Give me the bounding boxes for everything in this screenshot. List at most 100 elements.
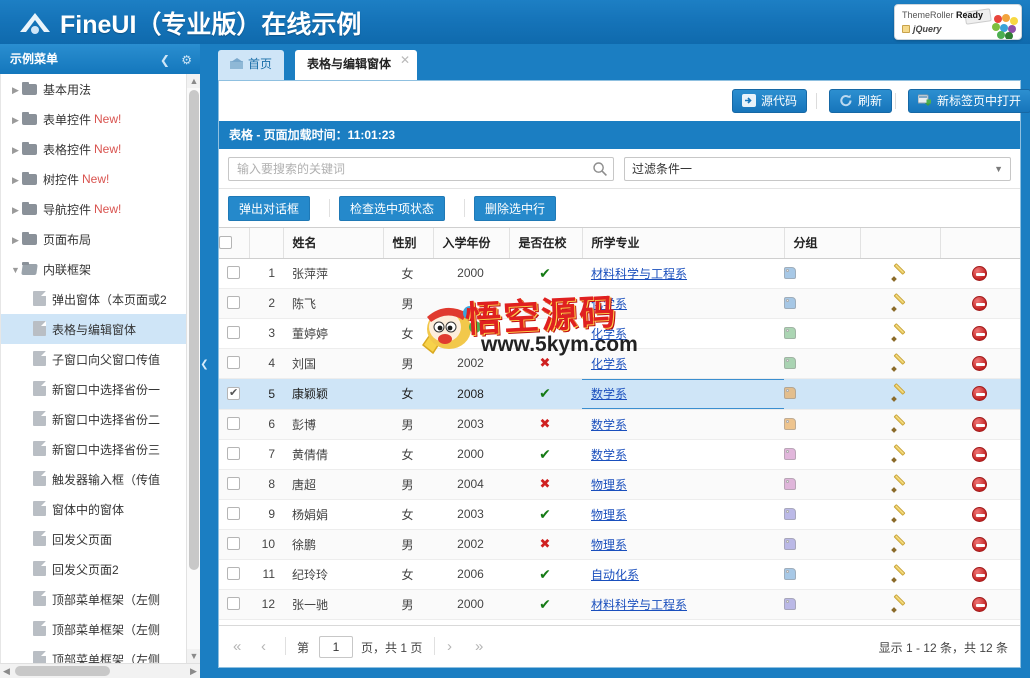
pencil-icon[interactable]: [891, 503, 907, 523]
major-link[interactable]: 化学系: [591, 327, 627, 341]
row-major[interactable]: 数学系: [582, 439, 784, 470]
major-link[interactable]: 化学系: [591, 297, 627, 311]
tag-icon[interactable]: [784, 537, 799, 552]
row-checkbox[interactable]: [227, 266, 240, 279]
scroll-right-icon[interactable]: ▶: [187, 664, 200, 678]
row-group[interactable]: [784, 559, 860, 590]
scroll-thumb[interactable]: [189, 90, 199, 570]
chevron-left-icon[interactable]: ❮: [160, 45, 170, 75]
tag-icon[interactable]: [784, 507, 799, 522]
tag-icon[interactable]: [784, 296, 799, 311]
row-major[interactable]: 化学系: [582, 348, 784, 379]
sidebar-item-13[interactable]: 触发器输入框（传值: [1, 464, 187, 494]
tag-icon[interactable]: [784, 597, 799, 612]
row-group[interactable]: [784, 258, 860, 289]
major-link[interactable]: 数学系: [591, 418, 627, 432]
row-major[interactable]: 数学系: [582, 378, 784, 410]
row-delete[interactable]: [940, 499, 1020, 530]
row-checkbox-cell[interactable]: [219, 439, 249, 470]
major-link[interactable]: 数学系: [591, 448, 627, 462]
sidebar-item-12[interactable]: 新窗口中选择省份三: [1, 434, 187, 464]
row-checkbox[interactable]: [227, 567, 240, 580]
col-name[interactable]: 姓名: [283, 228, 384, 259]
table-row[interactable]: 11 纪玲玲女 2006 ✔ 自动化系: [219, 559, 1020, 590]
sidebar-item-1[interactable]: ▶ 表单控件 New!: [1, 104, 187, 134]
tag-icon[interactable]: [784, 356, 799, 371]
row-major[interactable]: 化学系: [582, 318, 784, 349]
tag-icon[interactable]: [784, 477, 799, 492]
major-link[interactable]: 物理系: [591, 478, 627, 492]
row-delete[interactable]: [940, 529, 1020, 560]
search-box[interactable]: [228, 157, 614, 181]
sidebar-item-5[interactable]: ▶ 页面布局: [1, 224, 187, 254]
major-link[interactable]: 自动化系: [591, 568, 639, 582]
row-edit[interactable]: [860, 318, 940, 349]
next-page-icon[interactable]: ›: [447, 638, 452, 655]
scroll-down-icon[interactable]: ▼: [187, 649, 200, 663]
table-row[interactable]: 3 董婷婷女 化学系: [219, 318, 1020, 349]
row-edit[interactable]: [860, 529, 940, 560]
sidebar-item-10[interactable]: 新窗口中选择省份一: [1, 374, 187, 404]
row-edit[interactable]: [860, 378, 940, 410]
delete-circle-icon[interactable]: [972, 416, 987, 432]
table-row[interactable]: 4 刘国男 2002 ✖ 化学系: [219, 348, 1020, 379]
tag-icon[interactable]: [784, 417, 799, 432]
table-row[interactable]: 7 黄倩倩女 2000 ✔ 数学系: [219, 439, 1020, 470]
sidebar-item-2[interactable]: ▶ 表格控件 New!: [1, 134, 187, 164]
row-checkbox-cell[interactable]: [219, 258, 249, 289]
row-checkbox[interactable]: [227, 417, 240, 430]
source-code-button[interactable]: 源代码: [732, 89, 808, 113]
prev-page-icon[interactable]: ‹: [261, 638, 266, 655]
row-delete[interactable]: [940, 348, 1020, 379]
tag-icon[interactable]: [784, 266, 799, 281]
first-page-icon[interactable]: «: [233, 638, 241, 655]
sidebar-item-11[interactable]: 新窗口中选择省份二: [1, 404, 187, 434]
chevron-right-icon[interactable]: ▶: [9, 105, 22, 134]
row-delete[interactable]: [940, 258, 1020, 289]
table-row[interactable]: 8 唐超男 2004 ✖ 物理系: [219, 469, 1020, 500]
sidebar-item-7[interactable]: 弹出窗体（本页面或2: [1, 284, 187, 314]
filter-select[interactable]: 过滤条件一 ▼: [624, 157, 1011, 181]
major-link[interactable]: 化学系: [591, 357, 627, 371]
row-delete[interactable]: [940, 589, 1020, 620]
col-group[interactable]: 分组: [784, 228, 861, 259]
delete-circle-icon[interactable]: [972, 566, 987, 582]
close-icon[interactable]: ✕: [400, 53, 410, 67]
row-checkbox-cell[interactable]: [219, 589, 249, 620]
pencil-icon[interactable]: [891, 443, 907, 463]
pencil-icon[interactable]: [891, 563, 907, 583]
row-checkbox-cell[interactable]: [219, 529, 249, 560]
refresh-button[interactable]: 刷新: [829, 89, 893, 113]
row-edit[interactable]: [860, 469, 940, 500]
row-checkbox-cell[interactable]: [219, 348, 249, 379]
sidebar-item-3[interactable]: ▶ 树控件 New!: [1, 164, 187, 194]
row-checkbox-cell[interactable]: [219, 499, 249, 530]
row-major[interactable]: 物理系: [582, 469, 784, 500]
row-edit[interactable]: [860, 589, 940, 620]
row-group[interactable]: [784, 439, 860, 470]
col-year[interactable]: 入学年份: [433, 228, 510, 259]
row-checkbox[interactable]: [227, 326, 240, 339]
pencil-icon[interactable]: [891, 292, 907, 312]
delete-circle-icon[interactable]: [972, 536, 987, 552]
delete-circle-icon[interactable]: [972, 355, 987, 371]
col-major[interactable]: 所学专业: [582, 228, 785, 259]
row-group[interactable]: [784, 529, 860, 560]
major-link[interactable]: 数学系: [591, 387, 627, 401]
scroll-left-icon[interactable]: ◀: [0, 664, 13, 678]
chevron-right-icon[interactable]: ▶: [9, 195, 22, 224]
row-checkbox-cell[interactable]: [219, 469, 249, 500]
check-selection-button[interactable]: 检查选中项状态: [339, 196, 446, 221]
row-edit[interactable]: [860, 439, 940, 470]
delete-circle-icon[interactable]: [972, 386, 987, 401]
pencil-icon[interactable]: [891, 262, 907, 282]
search-icon[interactable]: [592, 161, 608, 177]
chevron-right-icon[interactable]: ▶: [9, 135, 22, 164]
row-checkbox-cell[interactable]: [219, 288, 249, 319]
pencil-icon[interactable]: [891, 352, 907, 372]
row-checkbox[interactable]: [227, 537, 240, 550]
row-delete[interactable]: [940, 318, 1020, 349]
major-link[interactable]: 物理系: [591, 538, 627, 552]
major-link[interactable]: 物理系: [591, 508, 627, 522]
sidebar-item-18[interactable]: 顶部菜单框架（左侧: [1, 614, 187, 644]
